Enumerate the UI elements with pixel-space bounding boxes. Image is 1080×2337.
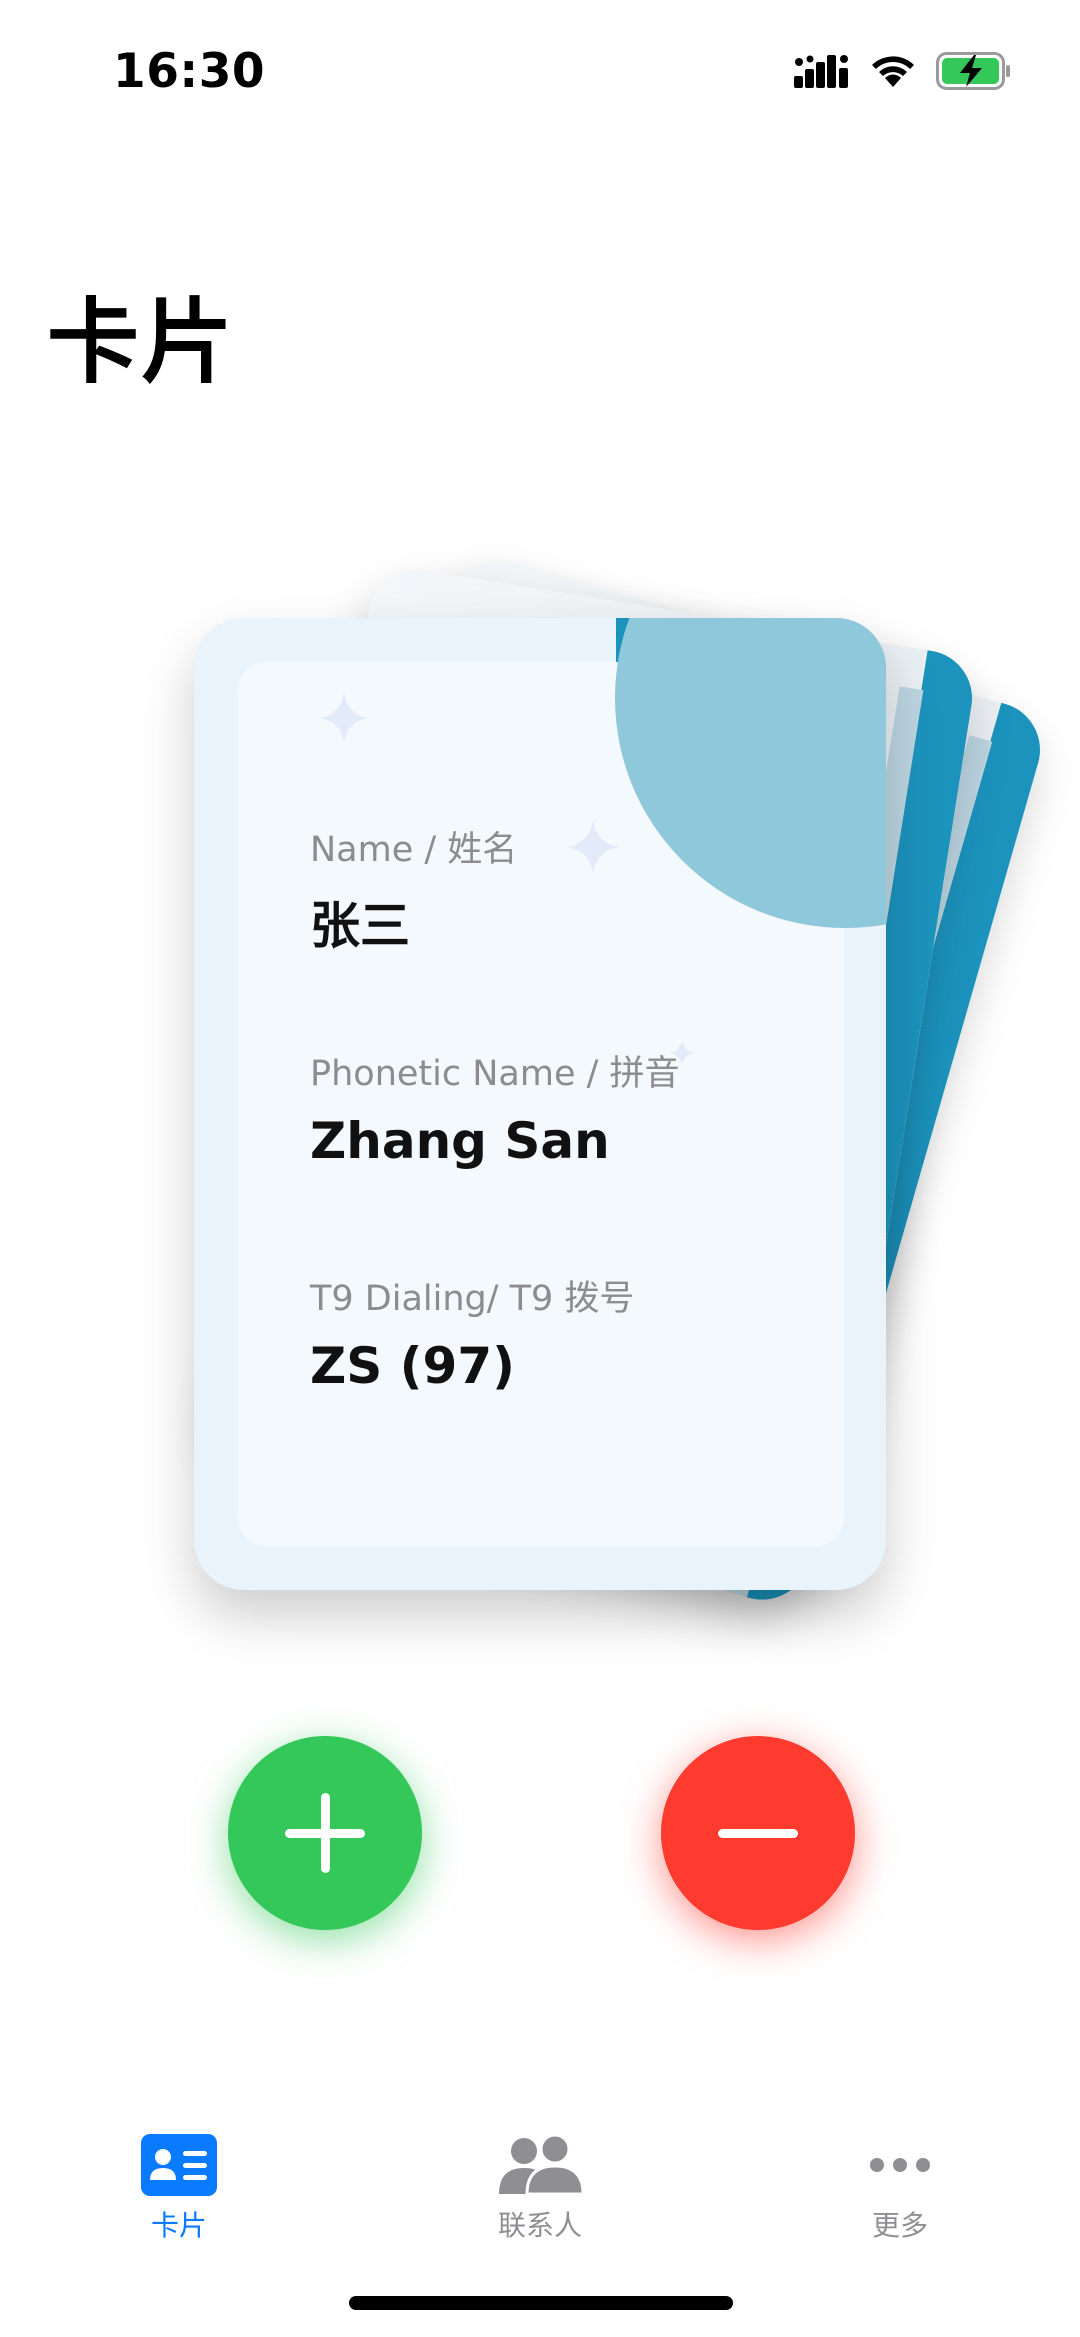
name-label: Name / 姓名 <box>310 830 518 870</box>
phonetic-name-value: Zhang San <box>310 1112 610 1170</box>
page-title: 卡片 <box>47 289 236 396</box>
name-value: 张三 <box>310 897 410 955</box>
t9-dialing-value: ZS (97) <box>310 1337 515 1395</box>
tab-cards[interactable]: 卡片 <box>79 2130 279 2260</box>
phonetic-name-label: Phonetic Name / 拼音 <box>310 1054 680 1094</box>
status-time: 16:30 <box>113 44 266 99</box>
tab-cards-label: 卡片 <box>150 2209 207 2242</box>
add-button[interactable] <box>228 1736 422 1930</box>
contact-card[interactable]: Name / 姓名 张三 Phonetic Name / 拼音 Zhang Sa… <box>194 618 886 1590</box>
wifi-icon <box>870 54 916 92</box>
more-icon <box>870 2158 930 2172</box>
card-icon <box>141 2134 217 2196</box>
status-icons <box>794 52 1012 94</box>
sparkle-icon <box>566 820 620 877</box>
tab-more[interactable]: 更多 <box>800 2130 1000 2260</box>
tab-bar: 卡片 联系人 更多 <box>0 2090 1080 2290</box>
tab-contacts-label: 联系人 <box>497 2209 582 2242</box>
tab-more-label: 更多 <box>871 2209 928 2242</box>
status-bar: 16:30 <box>0 0 1080 140</box>
contacts-icon <box>499 2134 585 2196</box>
remove-button[interactable] <box>661 1736 855 1930</box>
card-stack[interactable]: Name / 姓名 张三 Phonetic Name / 拼音 Zhang Sa… <box>190 548 1052 1612</box>
t9-dialing-label: T9 Dialing/ T9 拨号 <box>310 1279 635 1319</box>
minus-icon <box>718 1829 798 1838</box>
sparkle-icon <box>319 693 369 746</box>
home-indicator[interactable] <box>349 2296 733 2310</box>
battery-charging-icon <box>936 52 1012 94</box>
tab-contacts[interactable]: 联系人 <box>440 2130 640 2260</box>
cellular-signal-icon <box>794 54 850 92</box>
plus-icon <box>285 1793 365 1873</box>
